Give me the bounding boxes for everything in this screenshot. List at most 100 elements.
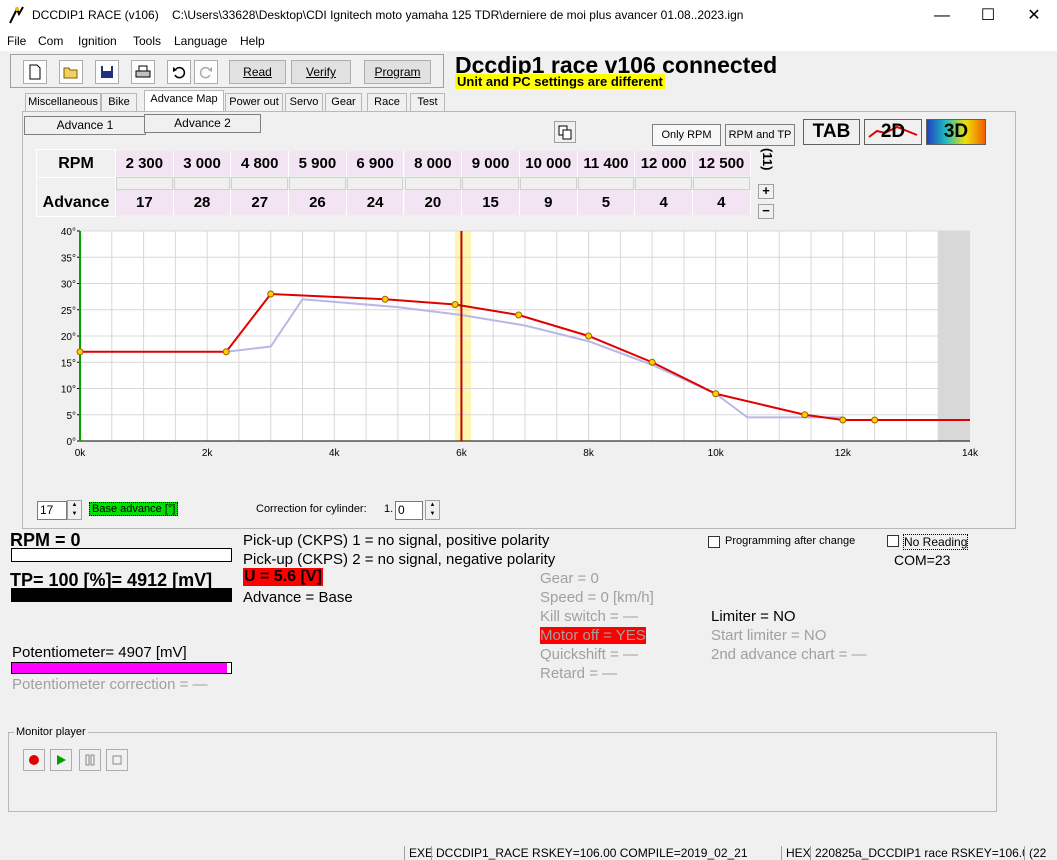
advance-chart[interactable]: 0k 2k 4k 6k 8k 10k 12k 14k 0° 5° 10° 15° 20° 25° 30° 35…	[30, 226, 990, 472]
tab-advance-map[interactable]: Advance Map	[144, 90, 224, 112]
new-file-icon[interactable]	[23, 60, 47, 84]
minimize-button[interactable]: —	[919, 0, 965, 31]
rpm-cell[interactable]: 5 900	[289, 151, 347, 176]
tab-gear[interactable]: Gear	[325, 93, 362, 111]
tp-cell[interactable]	[346, 177, 404, 190]
rpm-and-tp-button[interactable]: RPM and TP	[725, 124, 795, 146]
potentiometer-bar	[11, 662, 232, 674]
tab-servo[interactable]: Servo	[285, 93, 323, 111]
tp-cell[interactable]	[693, 177, 750, 190]
rpm-cell[interactable]: 11 400	[577, 151, 636, 176]
advance-cell[interactable]: 4	[635, 190, 693, 215]
advance-cell[interactable]: 9	[519, 190, 578, 215]
rpm-cell[interactable]: 4 800	[231, 151, 290, 176]
tp-cell[interactable]	[289, 177, 346, 190]
advance-cell[interactable]: 4	[693, 190, 751, 215]
maximize-button[interactable]: ☐	[965, 0, 1011, 31]
rpm-cell[interactable]: 6 900	[346, 151, 405, 176]
advance-cell[interactable]: 5	[577, 190, 636, 215]
advance-cell[interactable]: 20	[404, 190, 463, 215]
read-button[interactable]: Read	[229, 60, 286, 84]
close-button[interactable]: ✕	[1011, 0, 1057, 31]
menu-help[interactable]: Help	[240, 34, 265, 48]
copy-icon[interactable]	[554, 121, 576, 143]
tp-cell[interactable]	[519, 177, 577, 190]
potentiometer-bar-fill	[12, 663, 227, 673]
advance-cell[interactable]: 28	[173, 190, 232, 215]
settings-warning: Unit and PC settings are different	[455, 74, 665, 89]
menu-ignition[interactable]: Ignition	[78, 34, 117, 48]
tp-cell[interactable]	[116, 177, 173, 190]
menu-language[interactable]: Language	[174, 34, 227, 48]
save-icon[interactable]	[95, 60, 119, 84]
y-tick-label: 30°	[61, 280, 76, 291]
tp-cell[interactable]	[173, 177, 231, 190]
advance-cell[interactable]: 17	[116, 190, 174, 215]
stop-button[interactable]	[106, 749, 128, 771]
menu-file[interactable]: File	[7, 34, 26, 48]
advance-cell[interactable]: 26	[289, 190, 347, 215]
y-tick-label: 5°	[66, 411, 76, 422]
undo-icon[interactable]	[167, 60, 191, 84]
advance-cell[interactable]: 24	[346, 190, 405, 215]
app-title: DCCDIP1 RACE (v106)	[32, 8, 159, 22]
tp-bar-fill	[12, 589, 231, 601]
rpm-cell[interactable]: 12 500	[693, 151, 751, 176]
subtab-advance-1[interactable]: Advance 1	[24, 116, 146, 135]
tp-cell[interactable]	[635, 177, 692, 190]
correction-cylinder: 1.	[384, 503, 394, 515]
base-advance-spinner[interactable]: ▲ ▼	[67, 500, 82, 520]
tab-bike[interactable]: Bike	[101, 93, 137, 111]
tab-race[interactable]: Race	[367, 93, 407, 111]
tp-cell[interactable]	[404, 177, 462, 190]
rpm-cell[interactable]: 3 000	[173, 151, 232, 176]
tab-view-button[interactable]: TAB	[803, 119, 860, 145]
rpm-cell[interactable]: 8 000	[404, 151, 463, 176]
advance-cell[interactable]: 15	[462, 190, 520, 215]
print-icon[interactable]	[131, 60, 155, 84]
voltage-readout: U = 5.6 [V]	[243, 568, 323, 586]
stop-icon	[112, 755, 122, 765]
play-button[interactable]	[50, 749, 72, 771]
rpm-cell[interactable]: 12 000	[635, 151, 693, 176]
2d-view-button[interactable]: 2D	[864, 119, 922, 145]
rpm-cell[interactable]: 9 000	[462, 151, 520, 176]
tab-power-out[interactable]: Power out	[225, 93, 283, 111]
tp-cell[interactable]	[577, 177, 635, 190]
correction-spinner[interactable]: ▲ ▼	[425, 500, 440, 520]
menu-tools[interactable]: Tools	[133, 34, 161, 48]
data-point	[839, 416, 847, 424]
programming-after-change-checkbox[interactable]	[708, 536, 720, 548]
speed-status: Speed = 0 [km/h]	[540, 589, 654, 606]
advance-cell[interactable]: 27	[231, 190, 290, 215]
tab-miscellaneous[interactable]: Miscellaneous	[25, 93, 101, 111]
programming-after-change-label: Programming after change	[725, 535, 856, 547]
record-button[interactable]	[23, 749, 45, 771]
subtab-advance-2[interactable]: Advance 2	[144, 114, 261, 133]
x-tick-label: 10k	[708, 448, 725, 459]
pause-button[interactable]	[79, 749, 101, 771]
open-folder-icon[interactable]	[59, 60, 83, 84]
y-tick-label: 0°	[66, 437, 76, 448]
3d-label: 3D	[943, 121, 969, 142]
base-advance-input[interactable]: 17	[37, 501, 67, 520]
remove-point-button[interactable]: −	[758, 204, 774, 219]
point-count: (11)	[760, 148, 775, 171]
3d-view-button[interactable]: 3D	[926, 119, 986, 145]
data-point	[585, 332, 593, 340]
add-point-button[interactable]: +	[758, 184, 774, 199]
tp-cell[interactable]	[462, 177, 519, 190]
verify-button[interactable]: Verify	[291, 60, 351, 84]
rpm-cell[interactable]: 2 300	[116, 151, 174, 176]
tp-cell[interactable]	[231, 177, 289, 190]
tab-test[interactable]: Test	[410, 93, 445, 111]
correction-input[interactable]: 0	[395, 501, 423, 520]
program-button[interactable]: Program	[364, 60, 431, 84]
limiter-status: Limiter = NO	[711, 608, 796, 625]
only-rpm-button[interactable]: Only RPM	[652, 124, 721, 146]
rpm-cell[interactable]: 10 000	[519, 151, 578, 176]
data-point	[712, 390, 720, 398]
redo-icon[interactable]	[194, 60, 218, 84]
no-reading-checkbox[interactable]	[887, 535, 899, 547]
menu-com[interactable]: Com	[38, 34, 63, 48]
